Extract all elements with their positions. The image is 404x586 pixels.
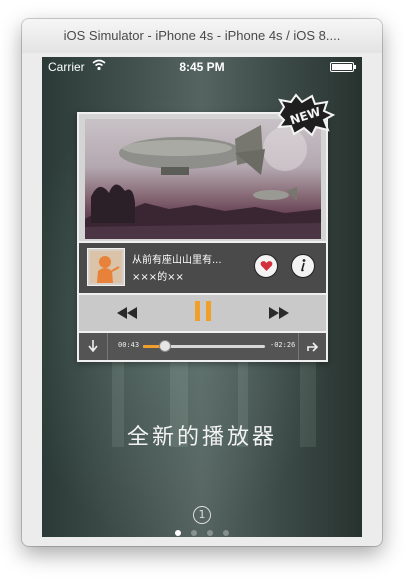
share-icon <box>307 337 319 356</box>
progress-thumb[interactable] <box>158 340 171 352</box>
share-button[interactable] <box>298 333 327 360</box>
battery-icon <box>330 62 356 72</box>
fast-forward-icon <box>269 304 289 323</box>
heart-icon <box>260 257 273 276</box>
status-bar: Carrier 8:45 PM <box>42 57 362 77</box>
like-button[interactable] <box>254 254 278 278</box>
page-dot[interactable] <box>207 530 213 536</box>
player-card: 从前有座山山里有... ×××的×× 00:43 -02:26 <box>77 112 328 362</box>
simulator-window: iOS Simulator - iPhone 4s - iPhone 4s / … <box>22 19 382 546</box>
info-button[interactable] <box>291 254 315 278</box>
song-title: 从前有座山山里有... <box>132 255 222 266</box>
new-badge: NEW <box>275 93 336 137</box>
elapsed-time: 00:43 <box>118 341 140 349</box>
pause-button[interactable] <box>183 295 223 331</box>
now-playing-bar: 从前有座山山里有... ×××的×× <box>79 241 326 295</box>
page-dot[interactable] <box>223 530 229 536</box>
remaining-time: -02:26 <box>270 341 296 349</box>
page-indicator[interactable] <box>172 530 232 537</box>
iphone-screen: Carrier 8:45 PM 从前有座山山里有... ×××的×× 00:43… <box>42 57 362 537</box>
progress-bar: 00:43 -02:26 <box>79 333 326 360</box>
intro-tagline: 全新的播放器 <box>126 425 277 450</box>
song-artist: ×××的×× <box>132 272 184 283</box>
page-number-badge: 1 <box>193 506 211 524</box>
rewind-icon <box>117 304 137 323</box>
page-dot[interactable] <box>191 530 197 536</box>
fast-forward-button[interactable] <box>259 295 299 331</box>
page-dot[interactable] <box>175 530 181 536</box>
window-title: iOS Simulator - iPhone 4s - iPhone 4s / … <box>22 19 382 53</box>
rewind-button[interactable] <box>107 295 147 331</box>
pause-icon <box>194 301 212 325</box>
download-button[interactable] <box>79 333 108 360</box>
info-icon <box>297 257 309 276</box>
cover-thumbnail[interactable] <box>87 248 125 286</box>
download-icon <box>88 337 98 356</box>
playback-controls <box>79 295 326 333</box>
status-time: 8:45 PM <box>179 60 225 74</box>
